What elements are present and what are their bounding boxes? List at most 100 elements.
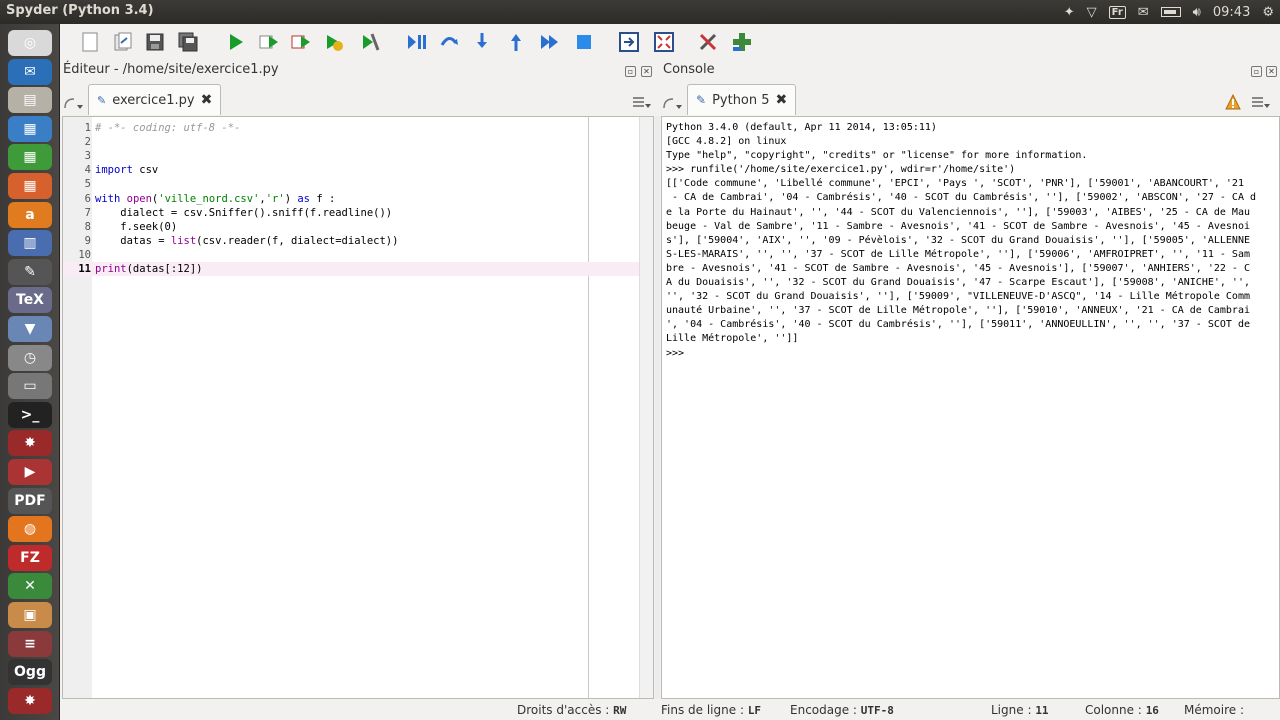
volume-icon[interactable]: 🔊︎ bbox=[1193, 5, 1201, 20]
pane-splitter[interactable] bbox=[655, 116, 660, 699]
wifi-icon[interactable]: ▽ bbox=[1087, 5, 1097, 20]
warning-icon[interactable] bbox=[1225, 94, 1241, 110]
console-tab-bar: ✎ Python 5 ✖ bbox=[661, 84, 1280, 116]
run-config-icon[interactable] bbox=[358, 30, 382, 54]
step-into-icon[interactable] bbox=[470, 30, 494, 54]
firefox-icon[interactable]: ◍ bbox=[8, 516, 52, 543]
battery-icon[interactable] bbox=[1160, 7, 1181, 17]
preferences-icon[interactable] bbox=[696, 30, 720, 54]
new-file-icon[interactable] bbox=[78, 30, 102, 54]
close-icon[interactable]: ✖ bbox=[776, 92, 788, 108]
spyder-icon[interactable]: ✸ bbox=[8, 430, 52, 457]
top-panel: Spyder (Python 3.4) ✦ ▽ Fr ✉ 🔊︎ 09:43 ⚙ bbox=[0, 0, 1280, 24]
layers-icon[interactable]: ≡ bbox=[8, 630, 52, 657]
code-editor[interactable]: 1 # -*- coding: utf-8 -*- 2 3 4 import csv 5 6 w… bbox=[62, 116, 654, 699]
pencil-glyph: ✎ bbox=[24, 263, 36, 280]
pencil-icon[interactable]: ✎ bbox=[8, 258, 52, 285]
stop-debug-icon[interactable] bbox=[572, 30, 596, 54]
scanner-icon[interactable]: ▭ bbox=[8, 373, 52, 400]
keyboard-layout-indicator[interactable]: Fr bbox=[1108, 5, 1126, 19]
console-close-pane-icon[interactable]: ✕ bbox=[1266, 66, 1277, 77]
amazon-icon[interactable]: a bbox=[8, 201, 52, 228]
impress-icon[interactable]: ▦ bbox=[8, 173, 52, 199]
filezilla-icon[interactable]: FZ bbox=[8, 544, 52, 571]
run-cell-advance-icon[interactable] bbox=[289, 30, 313, 54]
line-code: print(datas[:12]) bbox=[95, 262, 202, 276]
video-downloader-icon[interactable]: ▶ bbox=[8, 459, 52, 485]
line-number: 5 bbox=[84, 178, 91, 191]
step-return-icon[interactable] bbox=[504, 30, 528, 54]
launcher: ◎ ✉ ▤ ▦ ▦ ▦ a ▥ ✎ TeX ▼ ◷ ▭ >_ ✸ ▶ PDF ◍ FZ ✕ ▣ ≡ Ogg ✸ bbox=[0, 24, 60, 720]
session-gear-icon[interactable]: ⚙ bbox=[1262, 5, 1274, 20]
texmaker-icon[interactable]: TeX bbox=[8, 287, 52, 314]
eol-status: Fins de ligne : LF bbox=[661, 703, 761, 717]
bitmap-glyph: ✕ bbox=[24, 578, 36, 595]
mail-icon[interactable]: ✉ bbox=[1138, 5, 1149, 20]
dropbox-icon[interactable]: ✦ bbox=[1064, 5, 1075, 20]
ubuntu-dash-icon[interactable]: ◎ bbox=[8, 30, 52, 56]
ogg-icon[interactable]: Ogg bbox=[8, 659, 52, 686]
tab-label: Python 5 bbox=[712, 92, 770, 108]
tab-python-console[interactable]: ✎ Python 5 ✖ bbox=[687, 84, 797, 115]
thunderbird-icon[interactable]: ✉ bbox=[8, 58, 52, 85]
pdf-shuffler-icon[interactable]: PDF bbox=[8, 487, 52, 514]
ipython-console[interactable]: Python 3.4.0 (default, Apr 11 2014, 13:0… bbox=[661, 116, 1280, 699]
clock[interactable]: 09:43 bbox=[1213, 5, 1250, 20]
calc-icon[interactable]: ▦ bbox=[8, 144, 52, 171]
line-number: 3 bbox=[84, 150, 91, 163]
writer-icon[interactable]: ▦ bbox=[8, 115, 52, 142]
impress-glyph: ▦ bbox=[23, 178, 37, 194]
run-icon[interactable] bbox=[224, 30, 248, 54]
editor-undock-icon[interactable]: ▫ bbox=[625, 66, 636, 77]
line-number: 4 bbox=[84, 164, 91, 177]
books-icon[interactable]: ▥ bbox=[8, 230, 52, 257]
console-pane-title: Console bbox=[663, 62, 715, 77]
console-undock-icon[interactable]: ▫ bbox=[1251, 66, 1262, 77]
line-code: # -*- coding: utf-8 -*- bbox=[95, 121, 240, 135]
editor-scrollbar[interactable] bbox=[639, 117, 653, 698]
files-icon[interactable]: ▤ bbox=[8, 87, 52, 114]
editor-close-pane-icon[interactable]: ✕ bbox=[641, 66, 652, 77]
line-code: datas = list(csv.reader(f, dialect=diale… bbox=[95, 234, 398, 248]
access-value: RW bbox=[613, 704, 627, 717]
line-number: 7 bbox=[84, 206, 91, 219]
memory-label: Mémoire : bbox=[1184, 703, 1245, 717]
clock-icon[interactable]: ◷ bbox=[8, 344, 52, 371]
fullscreen-icon[interactable] bbox=[652, 30, 676, 54]
console-options-menu-icon[interactable] bbox=[1251, 96, 1271, 110]
access-label: Droits d'accès : bbox=[517, 703, 610, 717]
files-glyph: ▤ bbox=[23, 92, 37, 109]
console-browse-tabs-icon[interactable] bbox=[663, 96, 683, 110]
maximize-pane-icon[interactable] bbox=[617, 30, 641, 54]
clock-glyph: ◷ bbox=[23, 349, 37, 366]
terminal-icon[interactable]: >_ bbox=[8, 401, 52, 428]
console-line: bre - Avesnois', '41 - SCOT de Sambre - … bbox=[666, 262, 1250, 274]
close-icon[interactable]: ✖ bbox=[201, 92, 213, 108]
tab-exercice1[interactable]: ✎ exercice1.py ✖ bbox=[88, 84, 222, 115]
continue-icon[interactable] bbox=[538, 30, 562, 54]
code-token: (datas[:12]) bbox=[126, 263, 203, 275]
editor-browse-tabs-icon[interactable] bbox=[64, 96, 84, 110]
firefox-glyph: ◍ bbox=[23, 521, 37, 538]
line-number: 1 bbox=[84, 122, 91, 134]
code-token: dialect = csv.Sniffer().sniff(f.readline… bbox=[95, 206, 393, 219]
debug-icon[interactable] bbox=[404, 30, 428, 54]
line-number: 11 bbox=[78, 263, 91, 275]
pythonpath-manager-icon[interactable] bbox=[729, 30, 753, 54]
open-file-icon[interactable] bbox=[111, 30, 135, 54]
encoding-label: Encodage : bbox=[790, 703, 857, 717]
console-line: Python 3.4.0 (default, Apr 11 2014, 13:0… bbox=[666, 122, 937, 133]
run-selection-icon[interactable] bbox=[322, 30, 346, 54]
photo-icon[interactable]: ▣ bbox=[8, 602, 52, 628]
code-token: 'ville_nord.csv' bbox=[158, 192, 260, 205]
gear-red-icon[interactable]: ✸ bbox=[8, 687, 52, 714]
save-all-icon[interactable] bbox=[176, 30, 200, 54]
video-downloader-glyph: ▶ bbox=[24, 464, 36, 480]
bitmap-icon[interactable]: ✕ bbox=[8, 573, 52, 600]
save-icon[interactable] bbox=[143, 30, 167, 54]
editor-options-menu-icon[interactable] bbox=[632, 96, 652, 110]
step-over-icon[interactable] bbox=[437, 30, 461, 54]
installer-icon[interactable]: ▼ bbox=[8, 316, 52, 342]
code-token: f : bbox=[310, 192, 336, 205]
run-cell-icon[interactable] bbox=[257, 30, 281, 54]
